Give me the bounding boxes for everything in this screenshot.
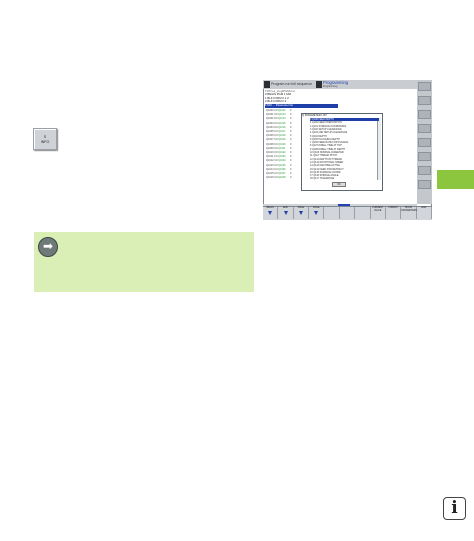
grid-cell[interactable]: Q1012 0.0 <box>266 159 278 163</box>
softkey-label: END <box>421 207 427 209</box>
arrow-right-icon: ➡ <box>38 237 58 257</box>
vertical-softkey-5[interactable] <box>418 138 431 147</box>
softkey[interactable] <box>340 207 356 219</box>
softkey[interactable] <box>355 207 371 219</box>
softkey-label: END <box>283 207 288 209</box>
grid-cell[interactable]: 0 <box>290 109 291 113</box>
grid-cell[interactable]: Q1016 0.0 <box>266 176 278 180</box>
grid-cell[interactable]: Q1004 0.0 <box>266 126 278 130</box>
grid-cell[interactable]: Q1007 0.0 <box>266 138 278 142</box>
grid-cell[interactable]: Q1013 0.0 <box>266 164 278 168</box>
grid-cell[interactable]: 0 <box>290 151 291 155</box>
grid-cell[interactable]: Q1023 <box>278 155 286 159</box>
vertical-softkey-2[interactable] <box>418 96 431 105</box>
grid-cell[interactable]: Q1010 0.0 <box>266 151 278 155</box>
grid-cell[interactable]: Q1015 <box>278 122 286 126</box>
softkey[interactable] <box>324 207 340 219</box>
grid-cell[interactable]: Q1006 0.0 <box>266 134 278 138</box>
grid-cell[interactable]: 0 <box>290 164 291 168</box>
softkey-label: CURRENT VALUE <box>372 207 384 212</box>
grid-cell[interactable]: Q1027 <box>278 172 286 176</box>
softkey[interactable]: SHOW PARAMETERS <box>401 207 417 219</box>
softkey-label: SHOW PARAMETERS <box>401 207 417 212</box>
grid-cell[interactable]: Q1022 <box>278 151 286 155</box>
grid-cell[interactable]: Q1002 0.0 <box>266 117 278 121</box>
mode-run-label[interactable]: Program run full sequence <box>271 80 315 89</box>
popup-title: Q PARAMETER LIST <box>302 114 327 117</box>
grid-cell[interactable]: 0 <box>290 126 291 130</box>
softkey[interactable]: END <box>278 207 294 219</box>
grid-cell[interactable]: 0 <box>290 134 291 138</box>
vertical-softkey-4[interactable] <box>418 124 431 133</box>
info-icon: i <box>443 497 466 520</box>
grid-cell[interactable]: 0 <box>290 172 291 176</box>
softkey-label: FORMAT <box>388 207 398 209</box>
info-key[interactable]: S INFO <box>33 128 57 150</box>
arrow-down-icon <box>298 210 303 215</box>
softkey[interactable]: PAGE <box>309 207 325 219</box>
grid-cell[interactable]: Q1025 <box>278 164 286 168</box>
grid-cell[interactable]: Q1005 0.0 <box>266 130 278 134</box>
softkey[interactable]: CURRENT VALUE <box>371 207 386 219</box>
grid-cell[interactable]: Q1028 <box>278 176 286 180</box>
grid-cell[interactable]: Q1012 <box>278 109 286 113</box>
grid-cell[interactable]: Q1020 <box>278 143 286 147</box>
grid-cell[interactable]: Q1026 <box>278 168 286 172</box>
grid-cell[interactable]: Q1013 <box>278 113 286 117</box>
note-box <box>34 232 254 292</box>
softkey[interactable]: BEGIN <box>263 207 279 219</box>
mode-sub-label: Programming <box>323 85 338 88</box>
vertical-softkey-8[interactable] <box>418 180 431 189</box>
info-key-line2: INFO <box>40 139 50 144</box>
grid-cell[interactable]: 0 <box>290 155 291 159</box>
chapter-tab <box>437 170 474 189</box>
vertical-softkey-6[interactable] <box>418 152 431 161</box>
grid-cell[interactable]: Q1018 <box>278 134 286 138</box>
vertical-softkey-1[interactable] <box>418 82 431 91</box>
softkey-label: PAGE <box>313 207 320 209</box>
grid-cell[interactable]: Q1001 0.0 <box>266 113 278 117</box>
grid-cell[interactable]: Q1016 <box>278 126 286 130</box>
grid-cell[interactable]: Q1017 <box>278 130 286 134</box>
grid-cell[interactable]: Q1003 0.0 <box>266 122 278 126</box>
softkey-label: BEGIN <box>266 207 274 209</box>
grid-cell[interactable]: 0 <box>290 138 291 142</box>
grid-cell[interactable]: 0 <box>290 122 291 126</box>
grid-cell[interactable]: 0 <box>290 159 291 163</box>
grid-cell[interactable]: 0 <box>290 168 291 172</box>
grid-cell[interactable]: 0 <box>290 130 291 134</box>
grid-cell[interactable]: Q1021 <box>278 147 286 151</box>
grid-cell[interactable]: Q1008 0.0 <box>266 143 278 147</box>
popup-scrollbar[interactable] <box>377 118 381 180</box>
softkey-label: PAGE <box>297 207 304 209</box>
vertical-softkey-7[interactable] <box>418 166 431 175</box>
grid-cell[interactable]: Q1014 <box>278 117 286 121</box>
grid-cell[interactable]: 0 <box>290 113 291 117</box>
grid-cell[interactable]: Q1014 0.0 <box>266 168 278 172</box>
program-line-selected[interactable]: FN16 ... Parameter list <box>265 103 338 108</box>
grid-cell[interactable]: Q1000 0.0 <box>266 109 278 113</box>
grid-cell[interactable]: Q1011 0.0 <box>266 155 278 159</box>
softkey[interactable]: FORMAT <box>386 207 402 219</box>
mode-icon <box>264 81 270 88</box>
grid-cell[interactable]: Q1024 <box>278 159 286 163</box>
grid-cell[interactable]: 0 <box>290 176 291 180</box>
softkey[interactable]: PAGE <box>294 207 310 219</box>
arrow-down-icon <box>283 210 288 215</box>
grid-cell[interactable]: Q1015 0.0 <box>266 172 278 176</box>
arrow-down-icon <box>314 210 319 215</box>
grid-cell[interactable]: 0 <box>290 143 291 147</box>
grid-cell[interactable]: 0 <box>290 147 291 151</box>
vertical-softkey-3[interactable] <box>418 110 431 119</box>
popup-ok-button[interactable]: OK <box>332 182 346 187</box>
grid-cell[interactable]: Q1019 <box>278 138 286 142</box>
softkey[interactable]: END <box>417 207 432 219</box>
grid-cell[interactable]: Q1009 0.0 <box>266 147 278 151</box>
grid-cell[interactable]: 0 <box>290 117 291 121</box>
programming-icon <box>316 81 322 88</box>
arrow-down-icon <box>268 210 273 215</box>
popup-item[interactable]: 18 Q117 TOLERANCE <box>310 177 334 180</box>
